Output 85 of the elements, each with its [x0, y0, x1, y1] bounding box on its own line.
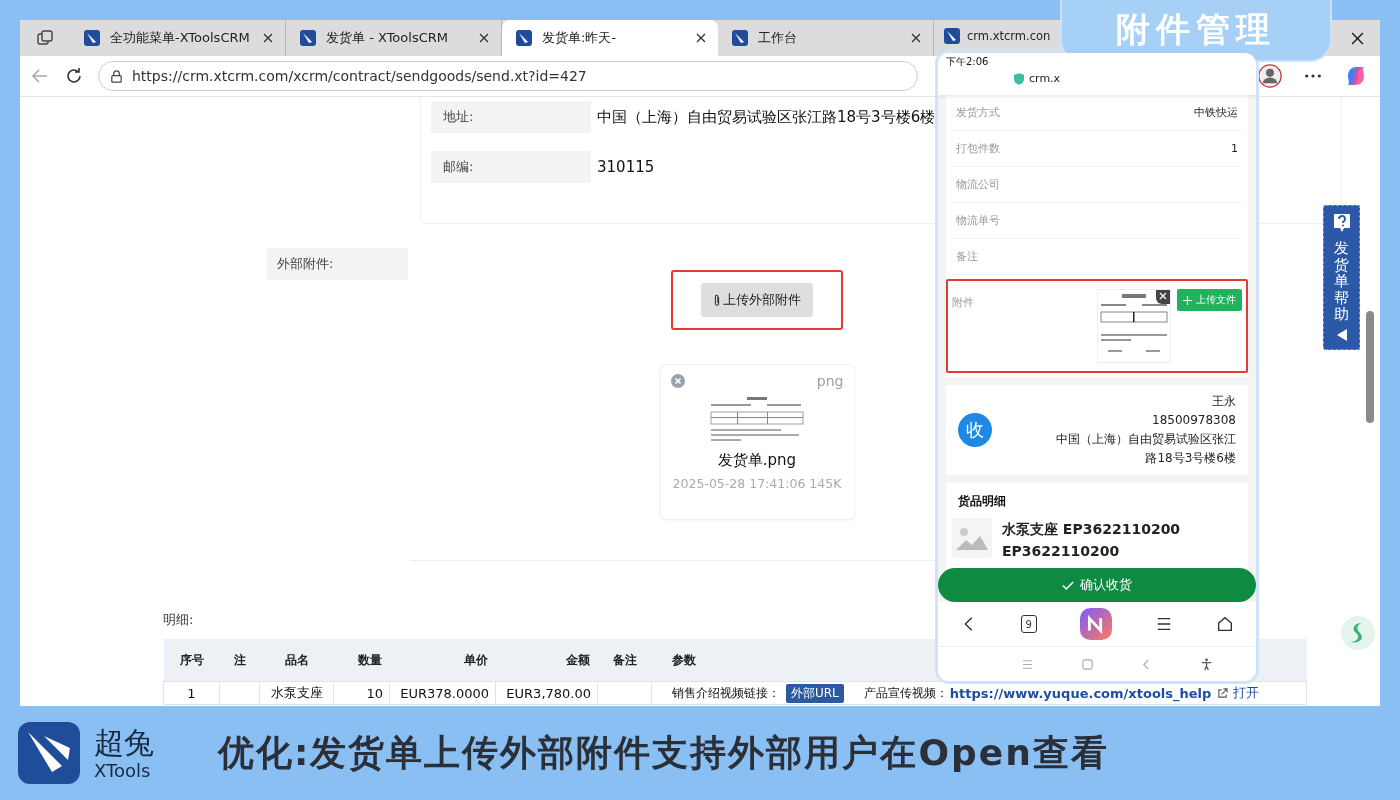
more-icon[interactable]: [1304, 73, 1322, 79]
brand-name: 超兔: [94, 725, 154, 760]
help-icon: [1331, 212, 1352, 234]
address-field[interactable]: https://crm.xtcrm.com/xcrm/contract/sendgoods/send.xt?id=427: [98, 61, 918, 91]
close-icon[interactable]: [479, 33, 489, 43]
app-logo-icon: [944, 28, 960, 44]
product-name: 水泵支座 EP3622110200 EP3622110200: [1002, 520, 1182, 561]
home-icon[interactable]: [1216, 615, 1235, 633]
browser-tab[interactable]: 工作台: [718, 20, 934, 56]
field-value: 中国（上海）自由贸易试验区张江路18号3号楼6楼: [597, 107, 936, 127]
upload-button[interactable]: 上传外部附件: [701, 283, 813, 317]
field-value: 1: [1231, 142, 1238, 155]
field-label: 物流单号: [956, 213, 1000, 228]
close-icon[interactable]: [911, 33, 921, 43]
close-icon[interactable]: [1351, 31, 1364, 45]
field-label: 发货方式: [956, 105, 1000, 120]
file-type: png: [816, 373, 844, 389]
table-cell: 1: [187, 685, 196, 701]
field-value: 310115: [597, 158, 655, 176]
close-icon[interactable]: [263, 33, 273, 43]
tab-count-button[interactable]: 9: [1020, 615, 1037, 633]
paperclip-icon: [713, 293, 721, 307]
receiver-name: 王永: [1212, 393, 1236, 410]
app-logo-icon: [18, 722, 80, 784]
field-label: 附件: [952, 295, 975, 310]
assistant-icon[interactable]: [1340, 615, 1376, 651]
table-cell: EUR3,780.00: [506, 685, 591, 701]
column-header: 品名: [259, 639, 334, 682]
page-url: crm.x: [1029, 72, 1061, 85]
lock-icon: [109, 68, 124, 84]
remove-icon[interactable]: [1156, 290, 1170, 304]
file-meta: 2025-05-28 17:41:06 145K: [672, 476, 842, 491]
browser-tab[interactable]: 发货单:昨天-: [502, 20, 718, 56]
open-link[interactable]: 打开: [1233, 684, 1260, 702]
shield-icon: [1014, 72, 1024, 85]
tab-actions-icon[interactable]: [36, 29, 54, 47]
section-label: 明细:: [163, 611, 194, 629]
field-label: 外部附件:: [267, 248, 408, 280]
collapse-arrow-icon[interactable]: [1336, 328, 1347, 341]
column-header: 备注: [597, 639, 652, 682]
accessibility-icon[interactable]: [1199, 657, 1213, 671]
table-cell: 水泵支座: [270, 685, 323, 700]
browser-tab[interactable]: crm.xtcrm.con: [934, 25, 1055, 47]
url-tag: 外部URL: [786, 683, 844, 703]
external-link-icon[interactable]: [1217, 687, 1229, 699]
table-cell: EUR378.0000: [400, 685, 489, 701]
check-icon: [1062, 580, 1074, 590]
help-link[interactable]: https://www.yuque.com/xtools_help: [949, 685, 1212, 701]
image-placeholder-icon: [952, 518, 992, 558]
app-logo-icon: [300, 30, 316, 46]
file-name: 发货单.png: [717, 451, 797, 470]
close-icon[interactable]: [696, 33, 706, 43]
column-header: 序号: [163, 639, 220, 682]
headline: 优化:发货单上传外部附件支持外部用户在Open查看: [218, 730, 1109, 775]
profile-icon[interactable]: [1258, 64, 1282, 88]
browser-tab[interactable]: 发货单 - XToolsCRM: [286, 20, 502, 56]
browser-tab[interactable]: 全功能菜单-XToolsCRM: [70, 20, 286, 56]
app-logo-icon: [84, 30, 100, 46]
app-logo-icon: [516, 30, 532, 46]
field-label: 地址:: [431, 101, 591, 133]
status-time: 下午2:06: [946, 55, 990, 69]
receiver-address: 中国（上海）自由贸易试验区张江路18号3号楼6楼: [1055, 431, 1236, 467]
feature-label: 附件管理: [1060, 0, 1332, 62]
help-tab[interactable]: 发货单帮助: [1323, 205, 1360, 350]
field-label: 邮编:: [431, 151, 591, 183]
receiver-badge: 收: [958, 413, 992, 447]
section-title: 货品明细: [958, 493, 1007, 510]
param-label: 产品宣传视频：: [863, 684, 948, 702]
column-header: 单价: [389, 639, 496, 682]
field-label: 备注: [956, 249, 978, 264]
receiver-phone: 18500978308: [1152, 412, 1236, 429]
field-label: 物流公司: [956, 177, 1000, 192]
column-header: 金额: [495, 639, 598, 682]
table-cell: 10: [366, 685, 383, 701]
column-header: 注: [219, 639, 260, 682]
plus-icon: [1183, 295, 1192, 305]
column-header: 数量: [333, 639, 390, 682]
app-logo-icon: [732, 30, 748, 46]
reload-icon[interactable]: [64, 66, 84, 86]
field-value: 中铁快运: [1194, 105, 1238, 120]
param-label: 销售介绍视频链接：: [672, 684, 780, 702]
brand-name: XTools: [94, 759, 152, 781]
field-label: 打包件数: [956, 141, 1000, 156]
confirm-button[interactable]: 确认收货: [938, 568, 1256, 602]
browser-app-icon[interactable]: [1079, 608, 1112, 640]
